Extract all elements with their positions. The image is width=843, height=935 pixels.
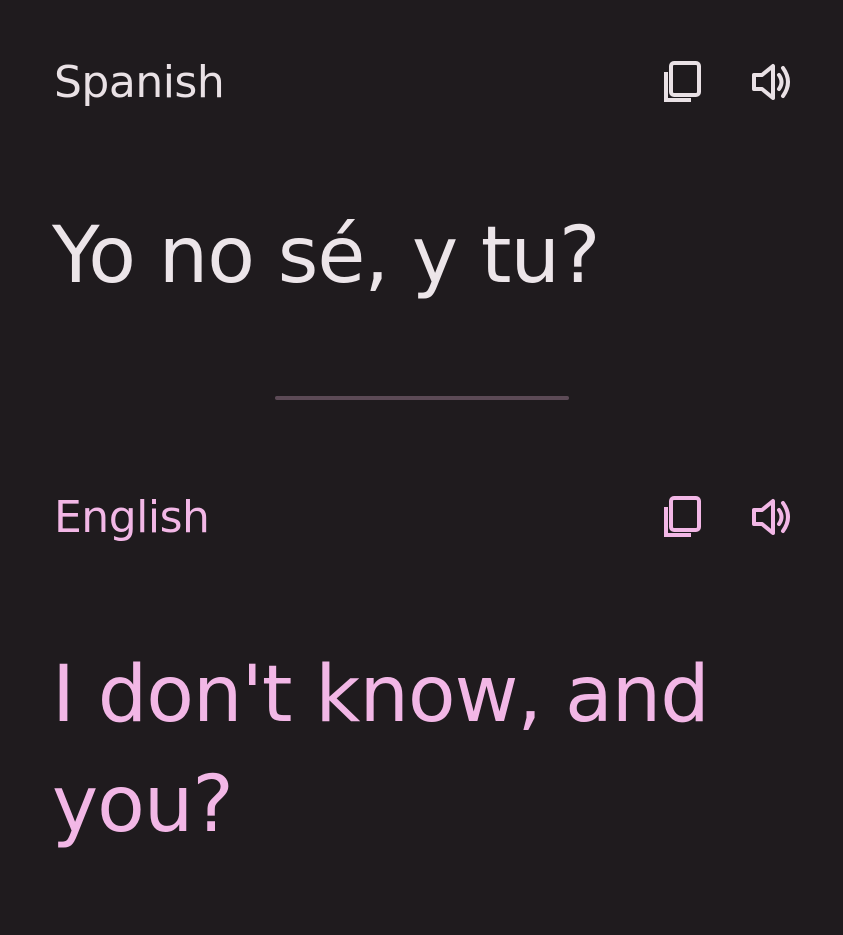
translated-text[interactable]: I don't know, and you? xyxy=(52,640,792,860)
section-divider xyxy=(275,396,569,400)
speaker-icon xyxy=(752,64,790,100)
translation-screen: Spanish Yo no sé, y tu? English I don't … xyxy=(0,0,843,935)
copy-icon xyxy=(664,61,701,102)
source-text[interactable]: Yo no sé, y tu? xyxy=(52,206,812,306)
target-language-label: English xyxy=(54,491,210,543)
speaker-icon xyxy=(752,499,790,535)
copy-icon xyxy=(664,496,701,537)
source-language-label: Spanish xyxy=(54,56,225,108)
source-header: Spanish xyxy=(54,52,803,112)
target-listen-button[interactable] xyxy=(743,487,803,547)
source-copy-button[interactable] xyxy=(653,52,713,112)
target-header: English xyxy=(54,487,803,547)
source-listen-button[interactable] xyxy=(743,52,803,112)
target-copy-button[interactable] xyxy=(653,487,713,547)
